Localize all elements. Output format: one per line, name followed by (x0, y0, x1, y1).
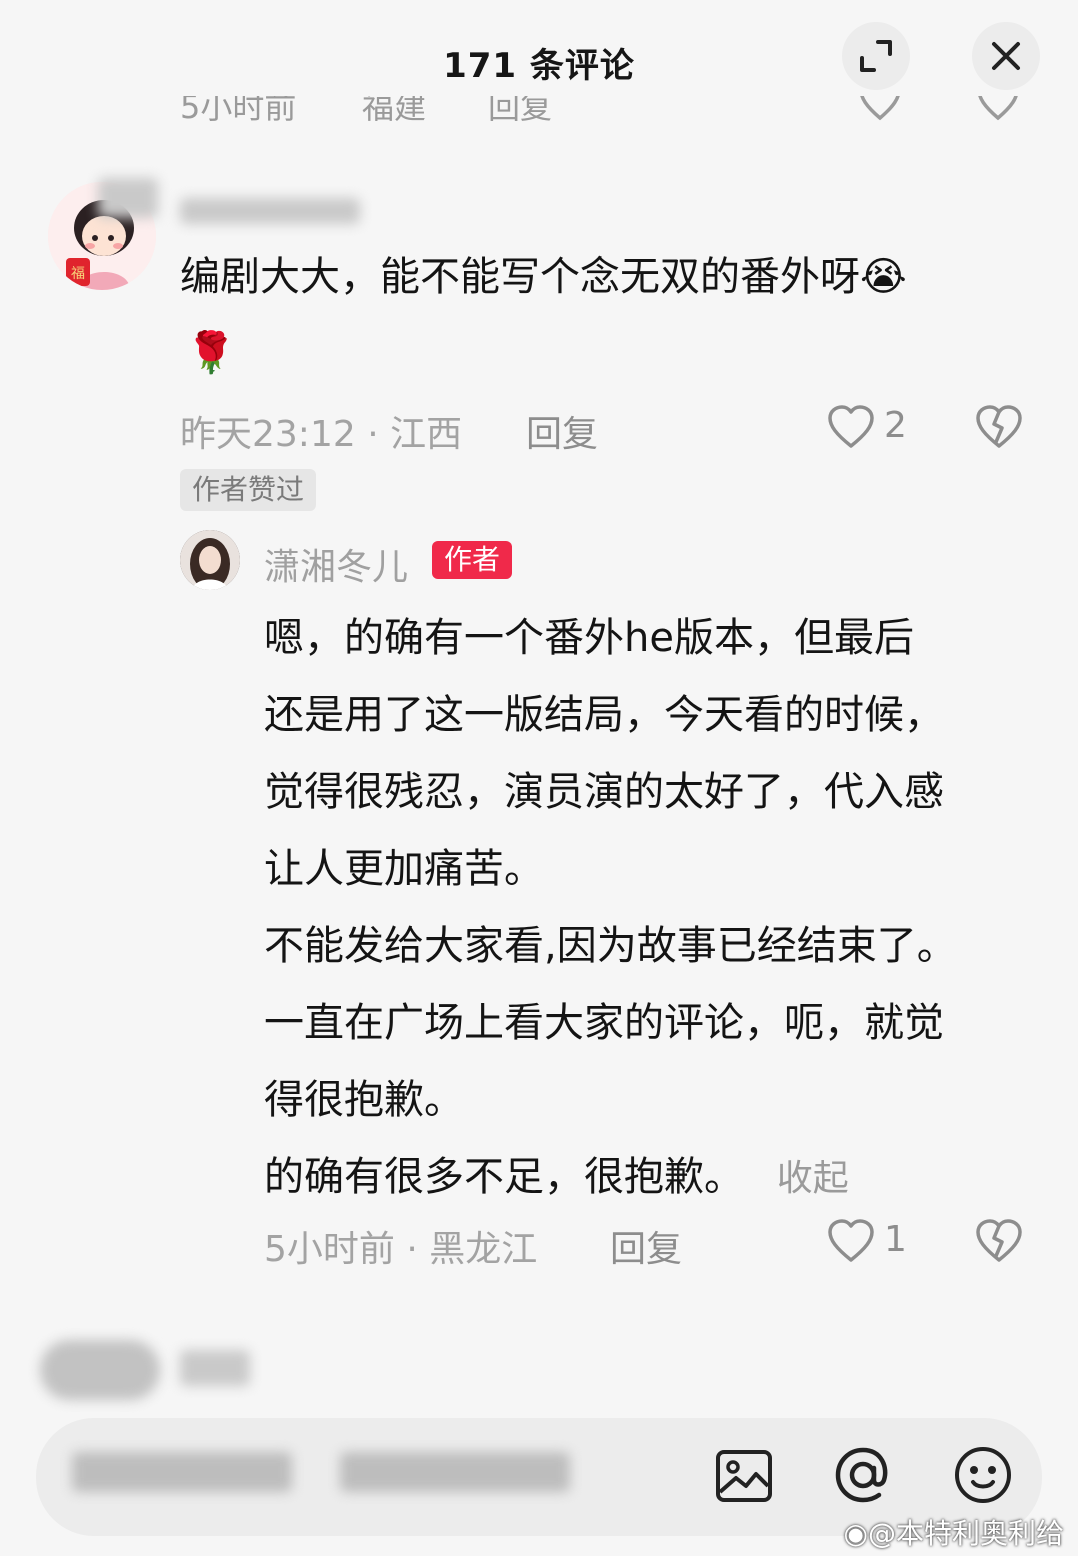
comment-text: 编剧大大，能不能写个念无双的番外呀😭 (180, 242, 907, 312)
dislike-icon[interactable] (976, 96, 1020, 124)
reply-text-line: 让人更加痛苦。 (264, 846, 544, 892)
close-icon (992, 42, 1020, 70)
emoji-icon[interactable] (952, 1444, 1014, 1506)
blurred-input-placeholder (72, 1452, 292, 1492)
reply-text-line: 还是用了这一版结局，今天看的时候， (264, 692, 944, 738)
reply-text-line: 一直在广场上看大家的评论，呃，就觉 (264, 1000, 944, 1046)
author-name[interactable]: 潇湘冬儿 (264, 538, 408, 590)
expand-icon (860, 40, 892, 72)
image-icon[interactable] (714, 1446, 774, 1506)
reply-text-line-last: 的确有很多不足，很抱歉。 收起 (264, 1144, 849, 1202)
collapse-button[interactable]: 收起 (777, 1158, 849, 1199)
like-count: 2 (884, 405, 907, 446)
watermark: ◉@本特利奥利给 (844, 1512, 1064, 1552)
heart-icon[interactable] (826, 404, 876, 450)
dislike-icon[interactable] (974, 1218, 1024, 1264)
blurred-input-placeholder (340, 1452, 570, 1492)
reply-text-line: 得很抱歉。 (264, 1077, 464, 1123)
close-button[interactable] (972, 22, 1040, 90)
weibo-icon: ◉ (843, 1517, 868, 1550)
watermark-text: @本特利奥利给 (867, 1517, 1064, 1550)
previous-comment-time: 5小时前 (180, 96, 297, 126)
crying-emoji: 😭 (860, 254, 907, 300)
author-photo (180, 530, 240, 590)
reply-text-line: 觉得很残忍，演员演的太好了，代入感 (264, 769, 944, 815)
next-comment-avatar (40, 1340, 160, 1400)
dislike-icon[interactable] (974, 404, 1024, 450)
reply-text: 的确有很多不足，很抱歉。 (264, 1154, 744, 1200)
at-icon[interactable] (832, 1444, 894, 1506)
comment-time-location: 昨天23:12 · 江西 (180, 414, 463, 455)
heart-icon[interactable] (826, 1218, 876, 1264)
previous-comment-meta: 5小时前 福建 回复 (0, 96, 1078, 134)
comment-text-line: 编剧大大，能不能写个念无双的番外呀 (180, 254, 860, 300)
author-badge: 作者 (432, 541, 513, 579)
blurred-username (180, 198, 360, 224)
previous-comment-reply[interactable]: 回复 (488, 96, 552, 128)
page-title: 171 条评论 (443, 46, 635, 86)
author-liked-tag: 作者赞过 (180, 469, 317, 511)
expand-button[interactable] (842, 22, 910, 90)
blurred-avatar-overlay (98, 178, 158, 218)
like-count: 1 (884, 1219, 907, 1260)
heart-icon[interactable] (858, 96, 902, 124)
reply-button[interactable]: 回复 (526, 405, 598, 457)
previous-comment-location: 福建 (362, 96, 427, 126)
next-comment-name (180, 1350, 250, 1386)
reply-text-line: 嗯，的确有一个番外he版本，但最后 (264, 615, 914, 661)
reply-button[interactable]: 回复 (610, 1220, 682, 1272)
author-avatar[interactable] (180, 530, 240, 590)
rose-emoji: 🌹 (186, 330, 236, 376)
reply-time-location: 5小时前 · 黑龙江 (264, 1229, 538, 1270)
svg-text:福: 福 (71, 266, 85, 282)
reply-text-line: 不能发给大家看,因为故事已经结束了。 (264, 923, 957, 969)
